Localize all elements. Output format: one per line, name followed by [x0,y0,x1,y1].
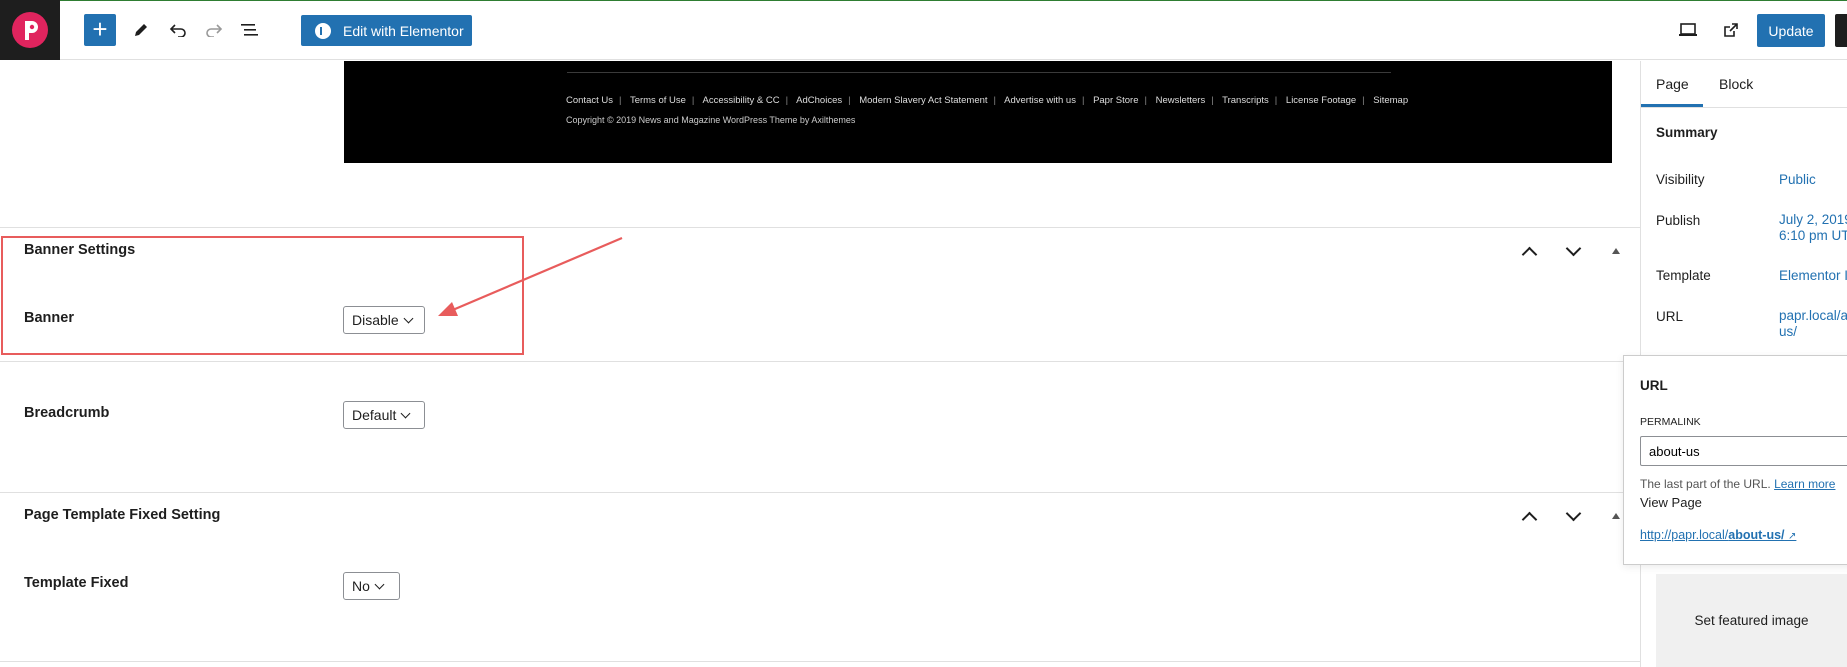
visibility-value-link[interactable]: Public [1779,172,1816,188]
document-overview-icon[interactable] [234,14,266,46]
breadcrumb-select-value: Default [352,407,397,423]
move-down-button[interactable] [1562,240,1584,262]
url-value-line1: papr.local/a [1779,308,1847,323]
footer-separator: | [1362,95,1365,106]
footer-separator: | [1274,95,1278,106]
page-template-title: Page Template Fixed Setting [24,507,221,523]
breadcrumb-select[interactable]: Default [343,401,425,429]
edit-with-elementor-label: Edit with Elementor [343,22,464,39]
edit-pencil-icon[interactable] [125,14,157,46]
add-block-button[interactable]: + [84,14,116,46]
footer-separator: | [1211,95,1214,106]
section-divider [0,227,1640,228]
footer-link[interactable]: Sitemap [1373,95,1408,106]
template-fixed-select[interactable]: No [343,572,400,600]
update-button[interactable]: Update [1757,14,1825,47]
undo-icon[interactable] [162,14,194,46]
settings-sidebar-toggle[interactable] [1835,14,1847,47]
section-divider [0,661,1640,662]
external-link-icon[interactable] [1715,14,1747,46]
url-value-link[interactable]: papr.local/a us/ [1779,308,1847,340]
footer-link[interactable]: Terms of Use [630,95,686,106]
footer-preview [344,61,1612,163]
permalink-help-text: The last part of the URL. [1640,477,1771,491]
footer-separator: | [993,95,997,106]
summary-heading[interactable]: Summary [1656,125,1718,140]
footer-link[interactable]: Advertise with us [1004,95,1076,106]
external-link-icon: ↗ [1788,531,1797,542]
url-label: URL [1656,309,1684,324]
footer-link[interactable]: Accessibility & CC [703,95,780,106]
editor-toolbar [0,0,1847,60]
breadcrumb-label: Breadcrumb [24,405,110,421]
footer-separator: | [1144,95,1147,106]
collapse-toggle-button[interactable] [1605,240,1627,262]
footer-links: Contact Us | Terms of Use | Accessibility … [566,95,1408,106]
footer-link[interactable]: AdChoices [796,95,842,106]
arrow-annotation [438,236,623,316]
learn-more-link[interactable]: Learn more [1774,477,1835,491]
papr-logo-icon [12,12,48,48]
footer-copyright: Copyright © 2019 News and Magazine WordP… [566,115,856,125]
url-value-line2: us/ [1779,324,1798,339]
footer-separator: | [848,95,851,106]
section-divider [0,361,1640,362]
set-featured-image-button[interactable]: Set featured image [1656,574,1847,667]
template-label: Template [1656,268,1711,283]
move-up-button[interactable] [1518,505,1540,527]
redo-icon[interactable] [198,14,230,46]
footer-separator: | [691,95,695,106]
tabs-divider [1641,107,1847,108]
footer-separator: | [785,95,789,106]
preview-desktop-icon[interactable] [1672,14,1704,46]
permalink-help: The last part of the URL. Learn more [1640,477,1835,491]
move-up-button[interactable] [1518,240,1540,262]
publish-time: 6:10 pm UTC [1779,228,1847,243]
footer-divider [567,72,1391,73]
chevron-up-icon [1521,246,1537,262]
footer-link[interactable]: Newsletters [1156,95,1206,106]
publish-value-link[interactable]: July 2, 2019 6:10 pm UTC [1779,212,1847,244]
view-page-link-slug: about-us/ [1728,528,1785,542]
triangle-up-icon [1612,248,1620,254]
footer-link[interactable]: Papr Store [1093,95,1138,106]
permalink-input[interactable] [1640,436,1847,466]
visibility-label: Visibility [1656,172,1705,187]
chevron-down-icon [374,579,385,589]
footer-link[interactable]: Modern Slavery Act Statement [859,95,987,106]
edit-with-elementor-button[interactable]: Edit with Elementor [301,15,472,46]
chevron-down-icon [400,408,411,418]
template-fixed-select-value: No [352,578,370,594]
footer-link[interactable]: Transcripts [1222,95,1269,106]
triangle-up-icon [1612,513,1620,519]
template-value-link[interactable]: Elementor I [1779,268,1847,284]
tab-page[interactable]: Page [1656,76,1689,92]
elementor-icon [315,22,331,39]
footer-link[interactable]: License Footage [1286,95,1356,106]
template-fixed-label: Template Fixed [24,575,129,591]
permalink-label: PERMALINK [1640,416,1701,428]
tab-block[interactable]: Block [1719,76,1753,92]
site-logo-button[interactable] [0,0,60,60]
footer-separator: | [619,95,622,106]
move-down-button[interactable] [1562,505,1584,527]
view-page-label: View Page [1640,495,1702,510]
url-popover-title: URL [1640,378,1668,393]
view-page-link-prefix: http://papr.local/ [1640,528,1729,542]
publish-label: Publish [1656,213,1701,228]
chevron-down-icon [1565,240,1581,256]
chevron-up-icon [1521,511,1537,527]
footer-separator: | [1081,95,1085,106]
view-page-link[interactable]: http://papr.local/about-us/ ↗ [1640,528,1796,542]
publish-date: July 2, 2019 [1779,212,1847,227]
section-divider [0,492,1640,493]
footer-link[interactable]: Contact Us [566,95,613,106]
chevron-down-icon [1565,505,1581,521]
